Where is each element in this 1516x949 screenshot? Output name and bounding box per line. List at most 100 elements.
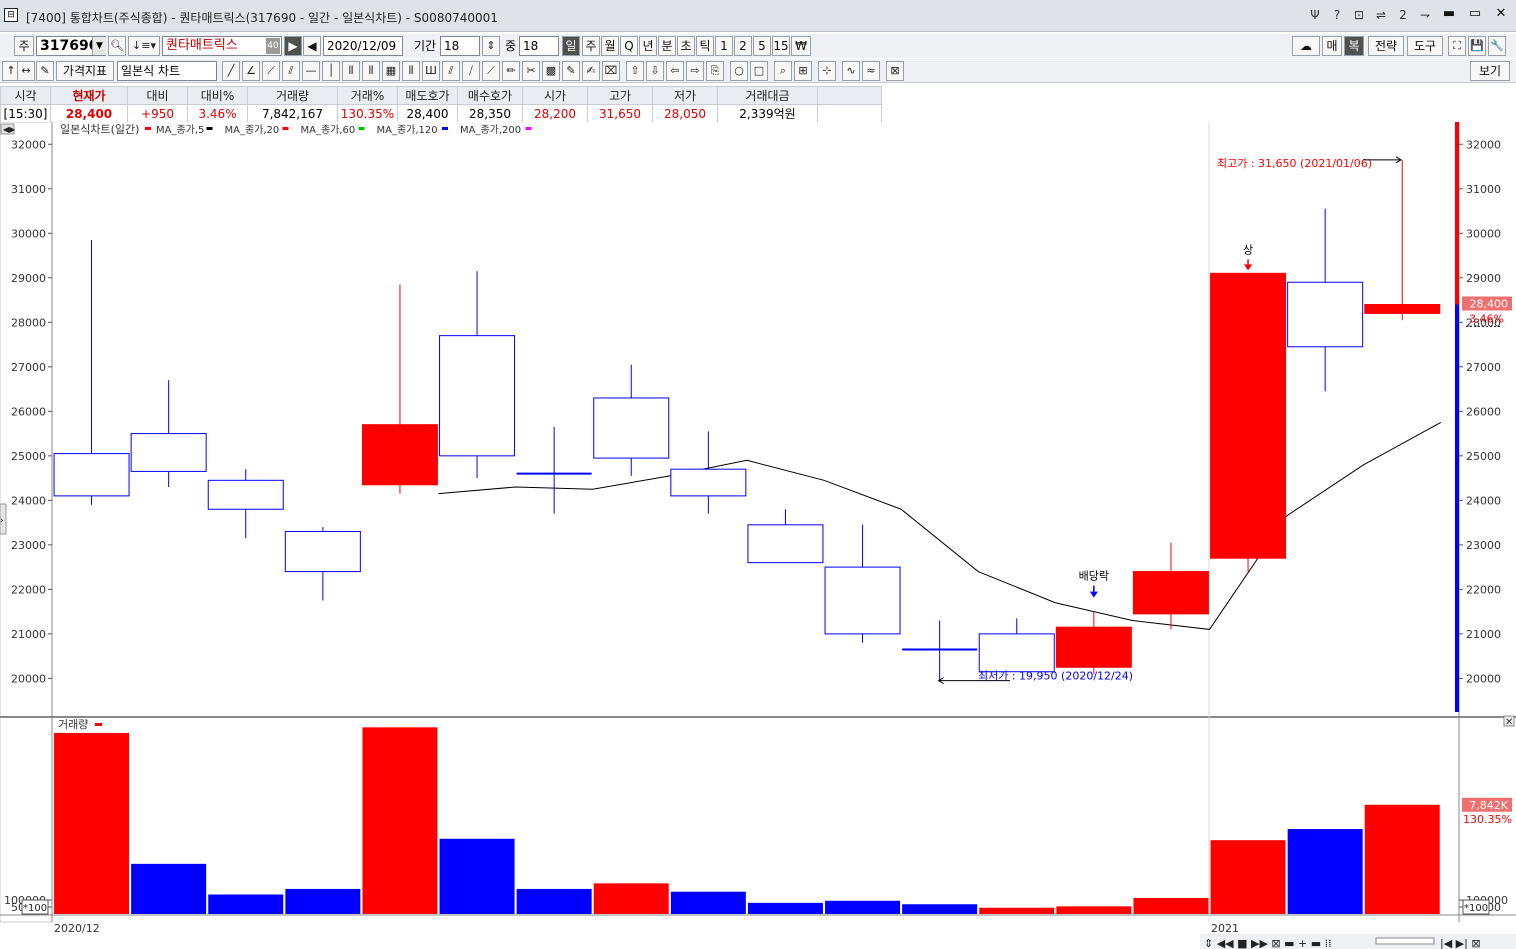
date-input[interactable]: 2020/12/09 <box>323 36 403 56</box>
y-tick-label: 25000 <box>11 450 46 463</box>
parallel-icon[interactable]: ⧸ <box>462 61 480 81</box>
interval-2[interactable]: 2 <box>734 36 752 56</box>
fullscreen-icon[interactable]: ⛶ <box>1448 36 1466 56</box>
svg-text:›: › <box>0 516 4 526</box>
zoom-area-icon[interactable]: ⊞ <box>794 61 812 81</box>
y-tick-label: 31000 <box>11 183 46 196</box>
wave2-icon[interactable]: ≈ <box>862 61 880 81</box>
nav-scrollbar[interactable] <box>1375 937 1435 945</box>
mid-input[interactable]: 18 <box>519 36 559 56</box>
cycle-icon[interactable]: ⫴ <box>402 61 420 81</box>
y-tick-label: 29000 <box>11 272 46 285</box>
magic-icon[interactable]: ✂ <box>522 61 540 81</box>
nav-end-icon[interactable]: |◀ ▶| ⊠ <box>1440 937 1481 949</box>
chart-type-select[interactable]: 일본식 차트 <box>117 61 217 81</box>
wrench-icon[interactable]: 🔧 <box>1488 36 1506 56</box>
gann-icon[interactable]: ⟋ <box>482 61 500 81</box>
view-button[interactable]: 보기 <box>1470 61 1510 81</box>
angle-icon[interactable]: ∠ <box>242 61 260 81</box>
grid-icon[interactable]: ⦀ <box>342 61 360 81</box>
copy-icon[interactable]: ⎘ <box>706 61 724 81</box>
limit-up-label: 상 <box>1243 243 1253 256</box>
table-icon[interactable]: ▦ <box>382 61 400 81</box>
y-tick-label: 26000 <box>11 405 46 418</box>
quote-header-empty <box>817 86 882 105</box>
minimize-icon[interactable]: ▬ <box>1438 6 1460 24</box>
left-icon[interactable]: ⇦ <box>666 61 684 81</box>
quote-header: 거래대금 <box>717 86 818 105</box>
back-icon[interactable]: ◀ <box>303 36 321 56</box>
note-icon[interactable]: ✍ <box>582 61 600 81</box>
maximize-icon[interactable]: ▭ <box>1464 6 1486 24</box>
square-icon[interactable]: □ <box>750 61 768 81</box>
interval-year[interactable]: 년 <box>639 36 657 56</box>
link-icon[interactable]: Ψ <box>1306 6 1324 24</box>
candle-body <box>593 397 670 459</box>
interval-tick[interactable]: 틱 <box>696 36 714 56</box>
interval-5[interactable]: 5 <box>753 36 771 56</box>
strategy-button[interactable]: 전략 <box>1368 36 1404 56</box>
circle-icon[interactable]: ○ <box>730 61 748 81</box>
chart-title: 일본식차트(일간) <box>60 122 139 136</box>
multi-button[interactable]: 복 <box>1344 36 1364 56</box>
indicator-button[interactable]: 가격지표 <box>56 61 114 81</box>
erase-icon[interactable]: ⌧ <box>602 61 620 81</box>
interval-week[interactable]: 주 <box>582 36 600 56</box>
volume-legend-swatch <box>95 723 102 726</box>
sync-icon[interactable]: ⇌ <box>1372 6 1390 24</box>
right-icon[interactable]: ⇨ <box>686 61 704 81</box>
volume-pct-label: 130.35% <box>1463 813 1512 826</box>
wave-icon[interactable]: ∿ <box>842 61 860 81</box>
interval-day[interactable]: 일 <box>562 36 580 56</box>
play-icon[interactable]: ▶ <box>284 36 302 56</box>
tools-button[interactable]: 도구 <box>1407 36 1443 56</box>
single-button[interactable]: 매 <box>1322 36 1342 56</box>
palette-icon[interactable]: ▩ <box>542 61 560 81</box>
pin-icon[interactable]: ⇁ <box>1416 6 1434 24</box>
candle-body <box>824 566 901 635</box>
interval-minute[interactable]: 분 <box>658 36 676 56</box>
fan-icon[interactable]: ⫽ <box>282 61 300 81</box>
stepper-icon[interactable]: ⇕ <box>482 36 500 56</box>
bars-icon[interactable]: ⦀ <box>362 61 380 81</box>
scroll-icon[interactable]: ↔ <box>17 61 35 81</box>
ray-icon[interactable]: ⟋ <box>262 61 280 81</box>
down-icon[interactable]: ⇩ <box>646 61 664 81</box>
currency-button[interactable]: ₩ <box>791 36 811 56</box>
sort-icon[interactable]: ↓≡▾ <box>128 36 160 56</box>
interval-1[interactable]: 1 <box>715 36 733 56</box>
stock-name-input[interactable]: 퀀타매트릭스 <box>162 36 282 56</box>
brush-icon[interactable]: ✎ <box>562 61 580 81</box>
quote-header-row: 시각 현재가 대비 대비% 거래량 거래% 매도호가 매수호가 시가 고가 저가… <box>0 86 882 105</box>
crosshair-icon[interactable]: ⊹ <box>818 61 836 81</box>
vline-icon[interactable]: │ <box>322 61 340 81</box>
interval-month[interactable]: 월 <box>601 36 619 56</box>
cloud-icon[interactable]: ☁ <box>1292 36 1320 56</box>
pencil-icon[interactable]: ✏ <box>502 61 520 81</box>
stock-chart[interactable]: ◀▶ › ✕ 20000 21000 22000 23000 24000 25000 260… <box>0 122 1516 949</box>
trendline-icon[interactable]: ╱ <box>222 61 240 81</box>
interval-quarter[interactable]: Q <box>620 36 638 56</box>
help-icon[interactable]: ? <box>1328 6 1346 24</box>
code-dropdown-icon[interactable]: ▼ <box>92 37 106 55</box>
nav-controls-icon[interactable]: ⇕ ◀◀ ■ ▶▶ ⊠ ▬ + ▬ ⁞⁞ <box>1204 937 1332 949</box>
save-icon[interactable]: 💾 <box>1468 36 1486 56</box>
stock-code-value: 317690 <box>40 38 99 54</box>
search-icon[interactable]: 🔍︎ <box>108 36 126 56</box>
close-icon[interactable]: ✕ <box>1490 6 1512 24</box>
market-button[interactable]: 주 <box>14 36 34 56</box>
legend-swatch <box>282 127 289 130</box>
delete-icon[interactable]: ⊠ <box>886 61 904 81</box>
zoom-icon[interactable]: ⌕ <box>774 61 792 81</box>
period-input[interactable]: 18 <box>440 36 480 56</box>
volume-bar <box>285 888 361 914</box>
number-icon[interactable]: 2 <box>1394 6 1412 24</box>
hline-icon[interactable]: — <box>302 61 320 81</box>
up-icon[interactable]: ⇧ <box>626 61 644 81</box>
channel-icon[interactable]: ⫽ <box>442 61 460 81</box>
pitchfork-icon[interactable]: Ш <box>422 61 440 81</box>
screen-icon[interactable]: ⊡ <box>1350 6 1368 24</box>
interval-15[interactable]: 15 <box>772 36 790 56</box>
interval-second[interactable]: 초 <box>677 36 695 56</box>
edit-icon[interactable]: ✎ <box>36 61 54 81</box>
